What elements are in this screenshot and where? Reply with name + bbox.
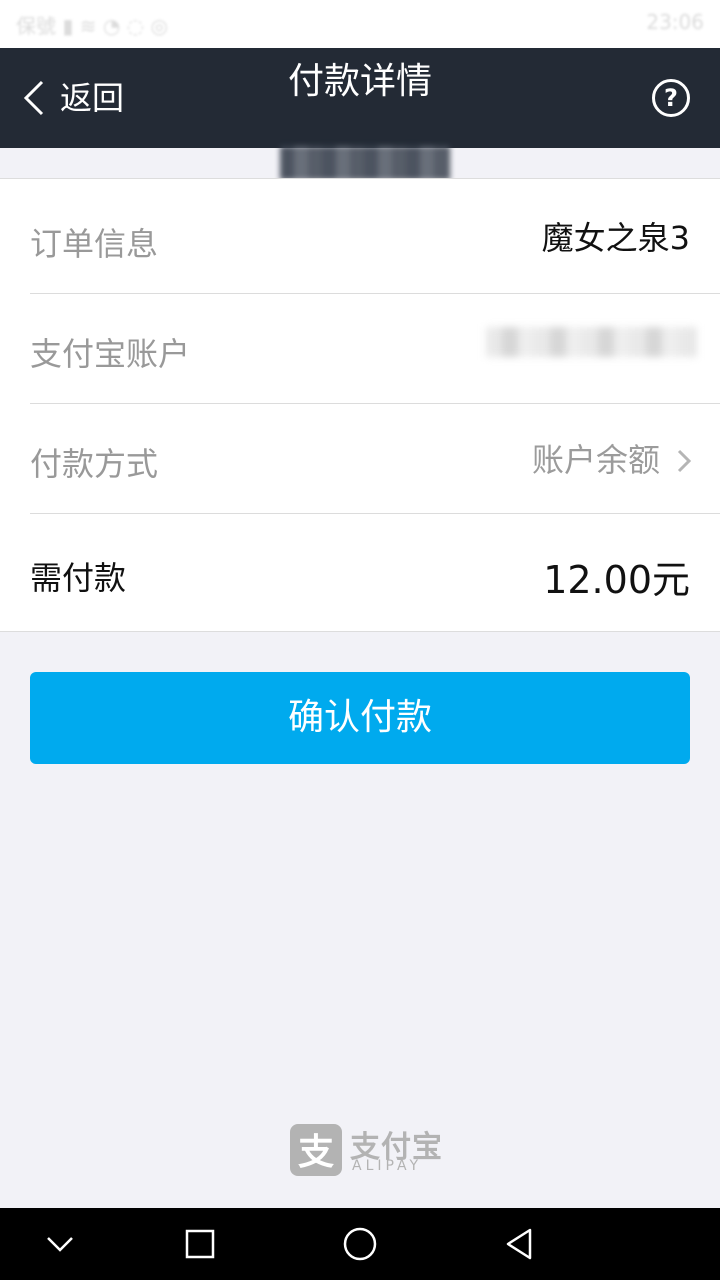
row-payment-method[interactable]: 付款方式 账户余额	[30, 403, 720, 514]
redacted-account	[486, 327, 696, 357]
svg-text:支: 支	[298, 1132, 334, 1173]
redacted-subtitle	[280, 146, 450, 180]
payment-details-card: 订单信息 魔女之泉3 支付宝账户 付款方式 账户余额 需付款 12.00元	[0, 178, 720, 632]
row-label: 支付宝账户	[30, 335, 191, 373]
status-left-text: 保號 ▮ ≋ ◔ ◌ ◎	[16, 14, 168, 38]
alipay-logo-en: ALIPAY	[352, 1158, 423, 1174]
row-label: 付款方式	[30, 445, 159, 483]
row-label: 需付款	[30, 559, 127, 597]
question-circle-icon: ?	[664, 84, 678, 112]
help-button[interactable]: ?	[652, 79, 690, 117]
status-time: 23:06	[646, 10, 704, 34]
chevron-down-icon[interactable]	[42, 1226, 78, 1262]
row-order-info: 订单信息 魔女之泉3	[30, 179, 720, 294]
payment-method-value: 账户余额	[531, 441, 660, 479]
circle-icon[interactable]	[342, 1226, 378, 1262]
row-alipay-account: 支付宝账户	[30, 293, 720, 404]
row-label: 订单信息	[30, 225, 159, 263]
chevron-right-icon	[677, 449, 692, 473]
row-amount-due: 需付款 12.00元	[30, 513, 720, 631]
status-bar: 保號 ▮ ≋ ◔ ◌ ◎ 23:06	[0, 0, 720, 48]
alipay-logo: 支 支付宝 ALIPAY	[290, 1122, 450, 1182]
nav-bar: 返回 付款详情 ?	[0, 48, 720, 180]
square-icon[interactable]	[182, 1226, 218, 1262]
system-nav-bar	[0, 1208, 720, 1280]
amount-due: 12.00元	[543, 558, 690, 602]
alipay-mark-icon: 支	[290, 1124, 342, 1176]
page-title: 付款详情	[287, 61, 432, 102]
order-name: 魔女之泉3	[541, 219, 690, 257]
confirm-payment-button[interactable]: 确认付款	[30, 672, 690, 764]
triangle-back-icon[interactable]	[502, 1226, 538, 1262]
